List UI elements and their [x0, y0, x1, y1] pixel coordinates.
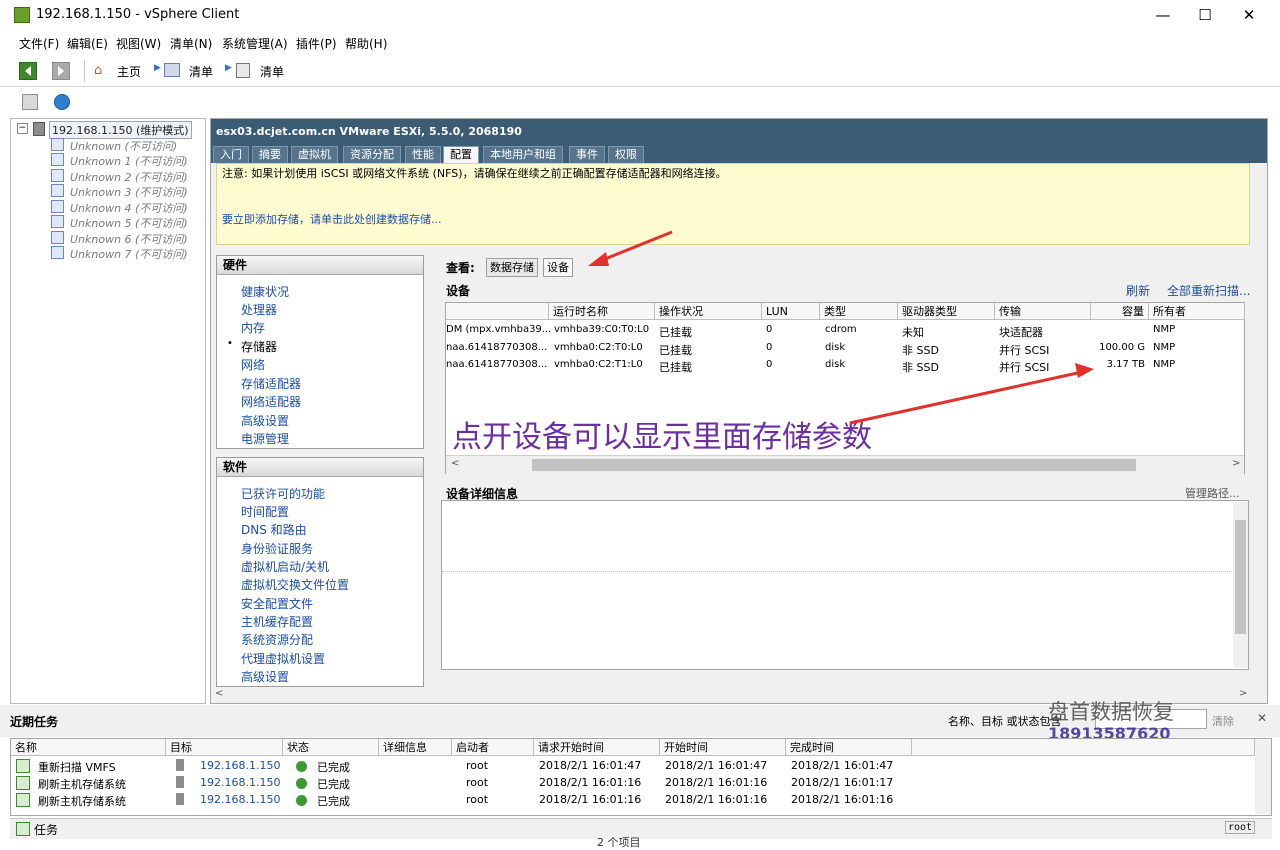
task-completed-time: 2018/2/1 16:01:17	[791, 776, 894, 789]
task-initiator: root	[466, 793, 489, 806]
task-icon	[16, 793, 30, 807]
completed-check-icon	[296, 761, 307, 772]
task-col-target[interactable]: 目标	[166, 739, 283, 756]
task-start-time: 2018/2/1 16:01:16	[665, 776, 768, 789]
task-icon	[16, 759, 30, 773]
arrow-head-icon	[1075, 363, 1094, 378]
task-icon	[16, 776, 30, 790]
task-row[interactable]: 刷新主机存储系统	[16, 776, 126, 792]
items-count: 2 个项目	[597, 836, 641, 849]
completed-check-icon	[296, 778, 307, 789]
task-start-time: 2018/2/1 16:01:16	[665, 793, 768, 806]
task-col-spacer	[912, 739, 1255, 756]
recent-tasks-title: 近期任务	[10, 715, 59, 729]
current-user: root	[1225, 821, 1256, 834]
tasks-vscrollbar[interactable]	[1255, 740, 1271, 814]
status-bar: 任务 root	[10, 818, 1272, 839]
watermark-name: 盘首数据恢复	[1048, 700, 1174, 724]
task-status: 已完成	[296, 759, 350, 775]
task-row[interactable]: 重新扫描 VMFS	[16, 759, 116, 775]
task-initiator: root	[466, 759, 489, 772]
task-filter-label: 名称、目标 或状态包含	[948, 715, 1062, 728]
task-row[interactable]: 刷新主机存储系统	[16, 793, 126, 809]
clear-filter-button[interactable]: 清除	[1212, 713, 1234, 729]
task-col-start-time[interactable]: 开始时间	[660, 739, 786, 756]
task-initiator: root	[466, 776, 489, 789]
host-icon	[176, 793, 184, 805]
detail-divider	[442, 571, 1232, 572]
detail-vscrollbar[interactable]	[1233, 502, 1248, 668]
task-col-details[interactable]: 详细信息	[379, 739, 452, 756]
tasks-button[interactable]: 任务	[34, 821, 58, 838]
task-col-initiator[interactable]: 启动者	[452, 739, 534, 756]
task-target[interactable]: 192.168.1.150	[176, 793, 280, 806]
device-details-pane	[441, 500, 1249, 670]
task-requested-start: 2018/2/1 16:01:16	[539, 776, 642, 789]
scroll-left-icon[interactable]: <	[215, 688, 223, 699]
arrow-to-capacity-line	[849, 370, 1083, 425]
host-icon	[176, 759, 184, 771]
task-status: 已完成	[296, 776, 350, 792]
task-col-name[interactable]: 名称	[11, 739, 166, 756]
task-col-status[interactable]: 状态	[283, 739, 379, 756]
tasks-icon	[16, 822, 30, 836]
scroll-right-icon[interactable]: >	[1239, 688, 1247, 699]
task-completed-time: 2018/2/1 16:01:16	[791, 793, 894, 806]
task-target[interactable]: 192.168.1.150	[176, 759, 280, 772]
close-tasks-button[interactable]: ✕	[1257, 711, 1267, 725]
task-requested-start: 2018/2/1 16:01:47	[539, 759, 642, 772]
arrow-head-icon	[588, 252, 609, 266]
host-icon	[176, 776, 184, 788]
manage-paths-link[interactable]: 管理路径...	[1185, 485, 1240, 501]
task-requested-start: 2018/2/1 16:01:16	[539, 793, 642, 806]
arrow-to-devices-line	[599, 230, 673, 263]
recent-tasks-table: 名称 目标 状态 详细信息 启动者 请求开始时间 开始时间 完成时间 重新扫描 …	[10, 738, 1272, 816]
task-target[interactable]: 192.168.1.150	[176, 776, 280, 789]
task-col-requested-start[interactable]: 请求开始时间	[534, 739, 660, 756]
task-status: 已完成	[296, 793, 350, 809]
task-start-time: 2018/2/1 16:01:47	[665, 759, 768, 772]
task-col-completed-time[interactable]: 完成时间	[786, 739, 912, 756]
completed-check-icon	[296, 795, 307, 806]
task-completed-time: 2018/2/1 16:01:47	[791, 759, 894, 772]
scroll-thumb[interactable]	[1235, 520, 1246, 634]
